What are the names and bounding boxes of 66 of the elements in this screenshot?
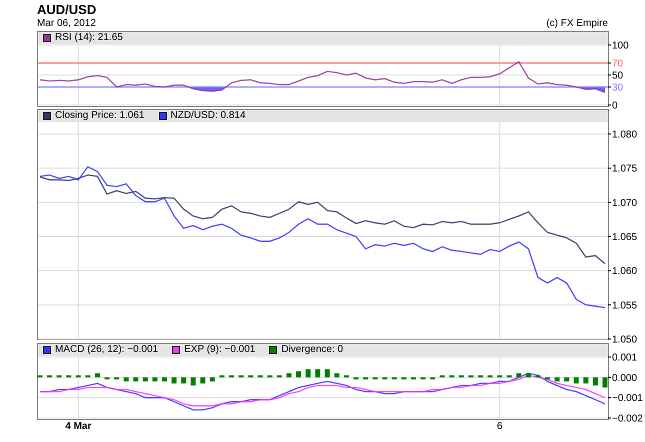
axis-tick — [608, 202, 612, 203]
axis-tick — [608, 376, 612, 378]
axis-tick — [608, 44, 612, 46]
axis-label: 1.055 — [612, 300, 638, 312]
bar — [296, 371, 302, 378]
axis-label: 1.075 — [612, 164, 638, 175]
axis-label: 1.080 — [612, 130, 638, 140]
axis-label: −0.002 — [612, 414, 643, 424]
axis-tick — [608, 74, 612, 76]
copyright-text: (c) FX Empire — [546, 18, 608, 30]
axis-label: 0.001 — [612, 352, 638, 364]
bar — [210, 377, 215, 382]
legend-label: MACD (26, 12): −0.001 — [55, 344, 158, 356]
bar — [172, 377, 177, 384]
chart-date: Mar 06, 2012 — [37, 18, 96, 30]
axis-label: 1.060 — [612, 266, 638, 278]
bar — [564, 377, 570, 382]
axis-label: 4 Mar — [65, 421, 92, 433]
bar — [142, 377, 148, 382]
bar — [592, 377, 598, 386]
axis-tick — [608, 338, 612, 340]
bar — [526, 373, 531, 378]
bar — [583, 377, 588, 384]
bar — [554, 377, 560, 382]
axis-tick — [608, 62, 612, 64]
axis-label: 6 — [496, 421, 502, 433]
chart-title: AUD/USD — [37, 3, 98, 17]
axis-tick — [608, 397, 612, 398]
bar — [306, 369, 311, 378]
bar — [124, 377, 129, 382]
legend-label: RSI (14): 21.65 — [55, 32, 123, 44]
legend-label: Closing Price: 1.061 — [55, 110, 144, 122]
axis-label: 30 — [612, 82, 624, 94]
axis-label: 1.050 — [612, 334, 638, 346]
axis-label: 1.065 — [612, 232, 638, 243]
bar — [181, 377, 186, 384]
bar — [334, 373, 340, 378]
bar — [94, 373, 100, 378]
bar — [162, 377, 167, 382]
bar — [133, 377, 138, 382]
bar — [602, 377, 608, 388]
axis-label: 0.000 — [612, 372, 638, 384]
bar — [200, 377, 206, 384]
bar — [324, 369, 330, 378]
bar — [516, 373, 522, 378]
axis-label: 70 — [612, 58, 624, 70]
axis-label: 50 — [612, 70, 624, 82]
bar — [574, 377, 579, 384]
legend-label: NZD/USD: 0.814 — [170, 110, 246, 122]
bar — [190, 377, 196, 386]
axis-tick — [608, 168, 612, 169]
axis-tick — [608, 236, 612, 237]
legend-label: EXP (9): −0.001 — [184, 344, 256, 356]
axis-label: 0 — [612, 100, 618, 112]
axis-tick — [608, 356, 612, 358]
axis-label: 100 — [612, 40, 629, 52]
bar — [152, 377, 158, 382]
axis-tick — [608, 270, 612, 272]
axis-label: −0.001 — [612, 393, 643, 404]
axis-tick — [608, 304, 612, 306]
axis-tick — [608, 86, 612, 88]
axis-tick — [608, 104, 612, 106]
bar — [286, 373, 292, 378]
legend-label: Divergence: 0 — [281, 344, 344, 356]
bar — [315, 369, 320, 378]
axis-label: 1.070 — [612, 198, 638, 209]
